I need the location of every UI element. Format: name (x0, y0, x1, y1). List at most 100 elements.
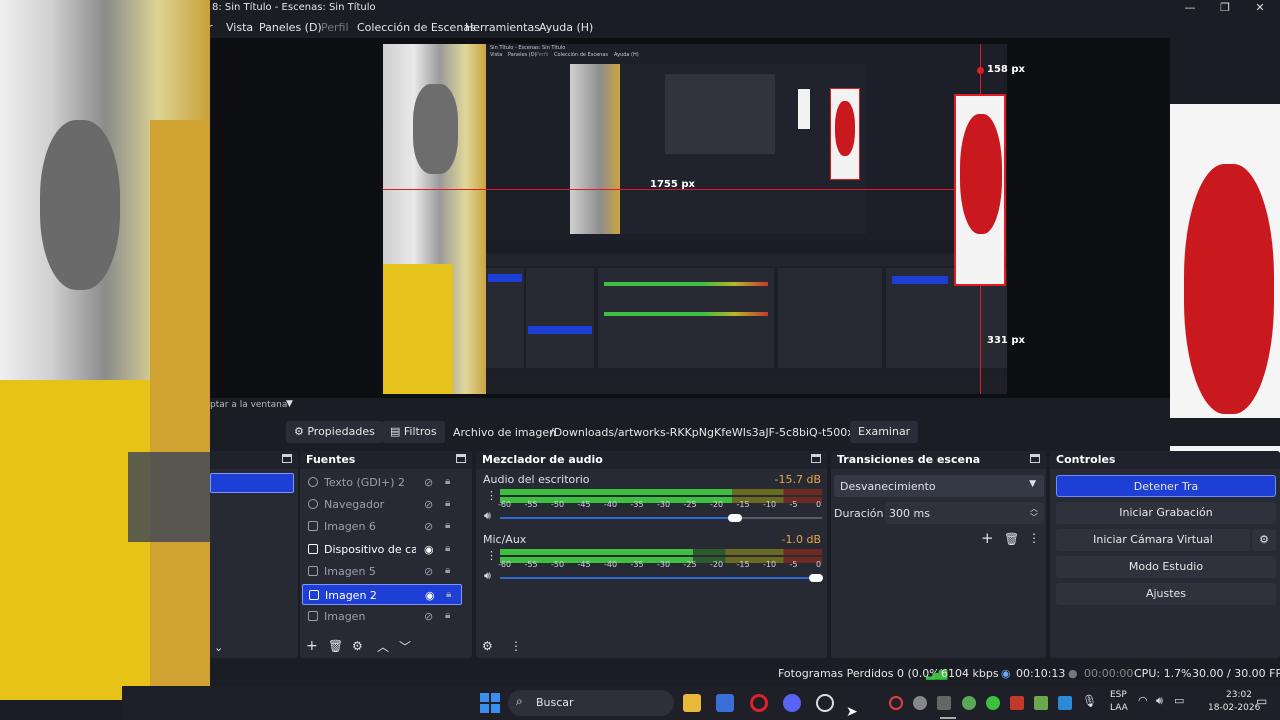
eye-hidden-icon[interactable]: ⊘ (424, 565, 433, 578)
kebab-icon[interactable]: ⋮ (486, 489, 497, 502)
language-layout[interactable]: LAA (1110, 703, 1128, 713)
popout-icon[interactable] (811, 454, 821, 463)
chevron-down-icon[interactable]: ▼ (286, 399, 293, 409)
source-item[interactable]: Texto (GDI+) 2 ⊘ 🔒︎ (302, 472, 462, 493)
eye-icon[interactable]: ◉ (425, 589, 435, 602)
popout-icon[interactable] (282, 454, 292, 463)
chevron-down-icon[interactable]: ⌄ (214, 641, 223, 654)
file-explorer-icon[interactable] (683, 694, 701, 712)
lock-icon[interactable]: 🔒︎ (445, 520, 450, 531)
minimize-icon[interactable]: — (1175, 1, 1205, 17)
volume-slider-track[interactable] (500, 574, 823, 582)
chevron-up-icon[interactable]: ︿ (377, 638, 389, 655)
scene-selected[interactable] (210, 473, 294, 493)
start-virtualcam-button[interactable]: Iniciar Cámara Virtual (1056, 529, 1250, 551)
eye-icon[interactable]: ◉ (424, 543, 434, 556)
start-recording-button[interactable]: Iniciar Grabación (1056, 502, 1276, 524)
taskbar-search[interactable]: ⌕ Buscar (508, 690, 674, 716)
eye-hidden-icon[interactable]: ⊘ (424, 498, 433, 511)
track-name: Audio del escritorio (483, 473, 590, 486)
eye-hidden-icon[interactable]: ⊘ (424, 610, 433, 623)
microphone-icon[interactable]: 🎙︎ (1082, 694, 1097, 708)
tray-app-icon[interactable] (1034, 696, 1048, 710)
canvas-selected-image[interactable] (954, 94, 1006, 286)
speaker-icon[interactable]: 🔊︎ (484, 509, 491, 523)
eye-hidden-icon[interactable]: ⊘ (424, 520, 433, 533)
source-item-selected[interactable]: Imagen 2 ◉ 🔒︎ (302, 584, 462, 605)
menu-item-coleccion[interactable]: Colección de Escenas (357, 21, 476, 34)
lock-icon[interactable]: 🔒︎ (445, 565, 450, 576)
tray-app-icon[interactable] (986, 696, 1000, 710)
tray-app-icon[interactable] (913, 696, 927, 710)
tray-app-icon[interactable] (1010, 696, 1024, 710)
lock-icon[interactable]: 🔒︎ (445, 498, 450, 509)
speaker-icon[interactable]: 🔊︎ (484, 569, 491, 583)
transition-select[interactable]: Desvanecimiento ▼ (834, 475, 1044, 497)
popout-icon[interactable] (1030, 454, 1040, 463)
windows-start-icon[interactable] (480, 693, 500, 713)
source-item[interactable]: Navegador ⊘ 🔒︎ (302, 494, 462, 515)
transition-selected: Desvanecimiento (840, 480, 936, 493)
store-icon[interactable] (716, 694, 734, 712)
filters-button[interactable]: ▤ Filtros (382, 421, 445, 443)
settings-button[interactable]: Ajustes (1056, 583, 1276, 605)
trash-icon[interactable]: 🗑︎ (328, 639, 343, 653)
trash-icon[interactable]: 🗑︎ (1004, 532, 1019, 546)
image-path-field[interactable]: /Downloads/artworks-RKKpNgKfeWIs3aJF-5c8… (550, 426, 895, 439)
source-item[interactable]: Imagen ⊘ 🔒︎ (302, 606, 462, 627)
volume-slider-handle[interactable] (728, 514, 743, 522)
add-icon[interactable]: + (306, 638, 318, 654)
browse-button[interactable]: Examinar (850, 421, 919, 443)
volume-slider-handle[interactable] (808, 574, 823, 582)
gear-icon[interactable]: ⚙ (482, 639, 493, 653)
popout-icon[interactable] (456, 454, 466, 463)
lock-icon[interactable]: 🔒︎ (445, 476, 450, 487)
source-item[interactable]: Dispositivo de captura ◉ 🔒︎ (302, 539, 462, 560)
wifi-icon[interactable]: ◠ (1138, 694, 1148, 707)
tray-app-icon[interactable] (889, 696, 903, 710)
properties-button[interactable]: ⚙ Propiedades (286, 421, 383, 443)
chevron-down-icon[interactable]: ﹀ (399, 638, 411, 655)
duration-input[interactable]: 300 ms ︿ ﹀ (885, 502, 1044, 524)
menu-item-ayuda[interactable]: Ayuda (H) (539, 21, 593, 34)
opera-icon[interactable] (750, 694, 768, 712)
clock-time[interactable]: 23:02 (1226, 690, 1252, 700)
add-icon[interactable]: + (981, 529, 994, 547)
battery-icon[interactable]: ▭ (1174, 694, 1184, 707)
kebab-icon[interactable]: ⋮ (486, 549, 497, 562)
lock-icon[interactable]: 🔒︎ (445, 543, 450, 554)
lock-icon[interactable]: 🔒︎ (446, 589, 451, 600)
close-icon[interactable]: ✕ (1245, 1, 1275, 17)
gear-icon[interactable]: ⚙ (352, 639, 363, 653)
obs-icon[interactable] (816, 694, 834, 712)
duration-value: 300 ms (889, 507, 930, 520)
tray-app-icon[interactable] (1058, 696, 1072, 710)
menu-item-vista[interactable]: Vista (226, 21, 253, 34)
language-code[interactable]: ESP (1110, 690, 1127, 700)
discord-icon[interactable] (783, 694, 801, 712)
volume-icon[interactable]: 🔊︎ (1156, 694, 1163, 708)
source-item[interactable]: Imagen 6 ⊘ 🔒︎ (302, 516, 462, 537)
menu-item-herramientas[interactable]: Herramientas (465, 21, 540, 34)
clock-date[interactable]: 18-02-2026 (1208, 703, 1260, 713)
start-tile (491, 693, 500, 702)
source-label: Texto (GDI+) 2 (324, 476, 406, 489)
stop-streaming-button[interactable]: Detener Tra (1056, 475, 1276, 497)
studio-mode-button[interactable]: Modo Estudio (1056, 556, 1276, 578)
kebab-icon[interactable]: ⋮ (1028, 531, 1040, 545)
source-item[interactable]: Imagen 5 ⊘ 🔒︎ (302, 561, 462, 582)
eye-hidden-icon[interactable]: ⊘ (424, 476, 433, 489)
tray-app-icon[interactable] (962, 696, 976, 710)
preview-canvas[interactable]: Sin Título - Escenas: Sin Título Vista P… (383, 44, 1007, 394)
volume-slider-track[interactable] (500, 514, 822, 522)
kebab-icon[interactable]: ⋮ (510, 639, 522, 653)
menu-item-perfil[interactable]: Perfil (321, 21, 349, 34)
tray-app-icon[interactable] (937, 696, 951, 710)
maximize-icon[interactable]: ❐ (1210, 1, 1240, 17)
chevron-down-icon[interactable]: ﹀ (1030, 512, 1038, 523)
gear-icon[interactable]: ⚙ (1252, 529, 1276, 551)
lock-icon[interactable]: 🔒︎ (445, 610, 450, 621)
mixer-dock-header: Mezclador de audio (476, 451, 827, 469)
menu-item-paneles[interactable]: Paneles (D) (259, 21, 322, 34)
notification-icon[interactable]: ▭ (1256, 694, 1267, 708)
